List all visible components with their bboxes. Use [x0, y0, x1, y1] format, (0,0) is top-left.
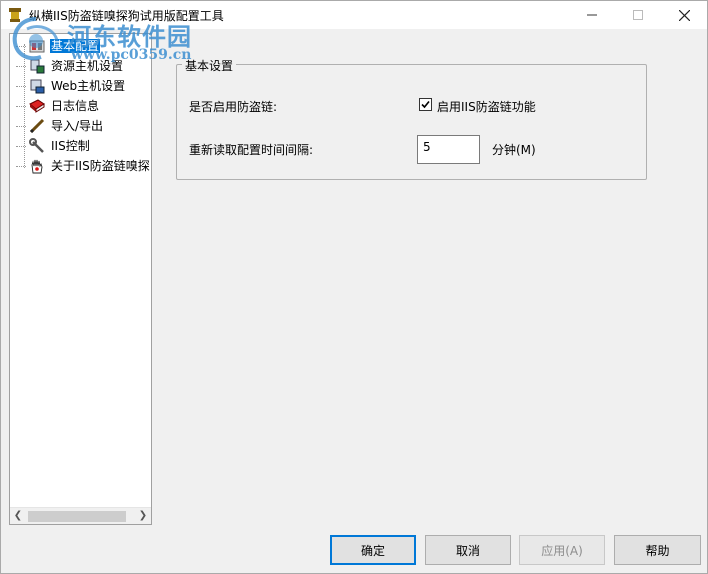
tree-item-about[interactable]: 关于IIS防盗链嗅探: [10, 156, 151, 176]
tree-item-import-export[interactable]: 导入/导出: [10, 116, 151, 136]
checkmark-icon: [421, 100, 430, 109]
reload-interval-input[interactable]: 5: [417, 135, 480, 164]
minimize-button[interactable]: [569, 1, 615, 29]
tree-item-label: 导入/导出: [51, 119, 104, 133]
basic-settings-group: [176, 64, 647, 180]
group-title: 基本设置: [182, 57, 237, 74]
tree-item-basic-config[interactable]: 基本配置: [10, 36, 151, 56]
hand-icon: [31, 159, 43, 174]
reload-unit-label: 分钟(M): [492, 143, 536, 157]
settings-icon: [29, 40, 45, 53]
reload-interval-label: 重新读取配置时间间隔:: [189, 143, 314, 157]
close-icon: [678, 9, 690, 21]
tree-item-label: 关于IIS防盗链嗅探: [51, 159, 150, 173]
enable-label: 是否启用防盗链:: [189, 100, 278, 114]
tree-item-log-info[interactable]: 日志信息: [10, 96, 151, 116]
enable-antileech-checkbox[interactable]: [419, 98, 432, 111]
config-window: 纵横IIS防盗链嗅探狗试用版配置工具 基本配置 资源主机设置 Web主机设置 日…: [0, 0, 708, 574]
close-button[interactable]: [661, 1, 707, 29]
maximize-button[interactable]: [615, 1, 661, 29]
maximize-icon: [633, 10, 643, 20]
window-title: 纵横IIS防盗链嗅探狗试用版配置工具: [29, 9, 224, 23]
settings-tree[interactable]: 基本配置 资源主机设置 Web主机设置 日志信息 导入/导出 IIS控制 关于I…: [9, 33, 152, 525]
enable-checkbox-label[interactable]: 启用IIS防盗链功能: [437, 98, 536, 115]
web-host-icon: [30, 79, 45, 94]
resource-host-icon: [30, 59, 45, 74]
apply-button[interactable]: 应用(A): [519, 535, 605, 565]
tree-item-label: 基本配置: [50, 39, 101, 53]
wrench-icon: [29, 138, 44, 153]
title-bar[interactable]: 纵横IIS防盗链嗅探狗试用版配置工具: [1, 1, 707, 29]
scrollbar-thumb[interactable]: [28, 511, 126, 522]
tree-item-resource-host[interactable]: 资源主机设置: [10, 56, 151, 76]
tree-item-iis-control[interactable]: IIS控制: [10, 136, 151, 156]
tree-item-label: 资源主机设置: [51, 59, 124, 73]
tree-horizontal-scrollbar[interactable]: ❮ ❯: [10, 507, 151, 524]
log-book-icon: [29, 99, 45, 113]
tree-item-label: IIS控制: [51, 139, 90, 153]
cancel-button[interactable]: 取消: [425, 535, 511, 565]
tree-item-label: 日志信息: [51, 99, 100, 113]
scroll-right-icon[interactable]: ❯: [137, 510, 149, 522]
scroll-left-icon[interactable]: ❮: [12, 510, 24, 522]
tree-item-label: Web主机设置: [51, 79, 126, 93]
tree-item-web-host[interactable]: Web主机设置: [10, 76, 151, 96]
pencil-icon: [29, 118, 45, 134]
app-icon: [9, 8, 21, 22]
ok-button[interactable]: 确定: [330, 535, 416, 565]
help-button[interactable]: 帮助: [614, 535, 701, 565]
minimize-icon: [587, 14, 597, 16]
